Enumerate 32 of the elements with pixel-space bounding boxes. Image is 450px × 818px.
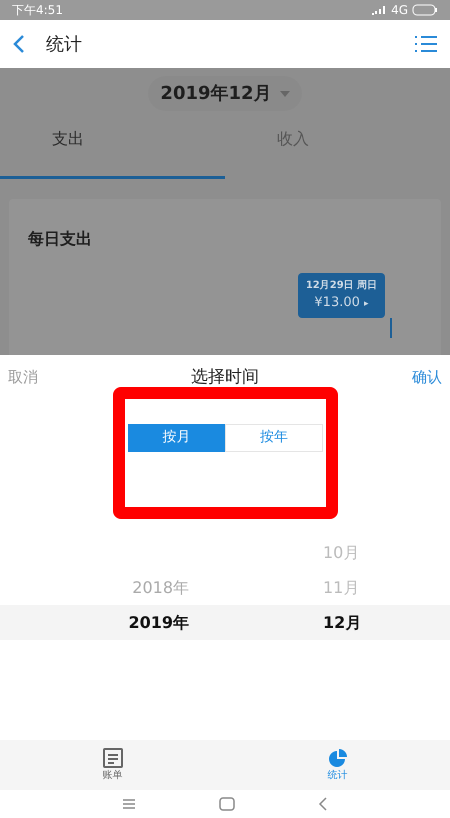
bottom-tab[interactable]: 账单 <box>0 740 225 790</box>
home-icon[interactable] <box>218 797 235 811</box>
chart-line <box>390 318 392 338</box>
year-option[interactable]: 2019年 <box>0 605 225 640</box>
menu-icon[interactable] <box>122 798 136 810</box>
battery-icon <box>412 4 438 16</box>
menu-icon[interactable] <box>414 34 438 54</box>
sheet-title: 选择时间 <box>191 366 259 389</box>
mode-tab[interactable]: 按年 <box>225 424 322 452</box>
page-title: 统计 <box>46 32 82 56</box>
confirm-button[interactable]: 确认 <box>412 366 442 389</box>
document-icon <box>102 748 124 768</box>
month-option[interactable]: 11月 <box>225 570 450 605</box>
month-option[interactable]: 12月 <box>225 605 450 640</box>
card-title: 每日支出 <box>28 228 92 250</box>
caret-icon <box>280 90 290 96</box>
bottom-tab[interactable]: 统计 <box>225 740 450 790</box>
network-label: 4G <box>391 2 408 19</box>
tooltip-amount: ¥13.00 ▸ <box>314 294 369 312</box>
cancel-button[interactable]: 取消 <box>8 366 38 389</box>
year-option[interactable]: 2018年 <box>0 570 225 605</box>
back-icon[interactable] <box>318 797 328 811</box>
month-option[interactable]: 10月 <box>225 535 450 570</box>
status-time: 下午4:51 <box>12 2 63 19</box>
month-selector[interactable]: 2019年12月 <box>148 76 302 111</box>
signal-icon <box>371 5 388 15</box>
pie-chart-icon <box>326 748 348 768</box>
tooltip-date: 12月29日 周日 <box>306 279 378 294</box>
summary-tab[interactable]: 收入 <box>225 119 450 179</box>
summary-tab[interactable]: 支出 <box>0 119 225 179</box>
mode-tab[interactable]: 按月 <box>128 424 225 452</box>
back-icon[interactable] <box>12 34 26 54</box>
